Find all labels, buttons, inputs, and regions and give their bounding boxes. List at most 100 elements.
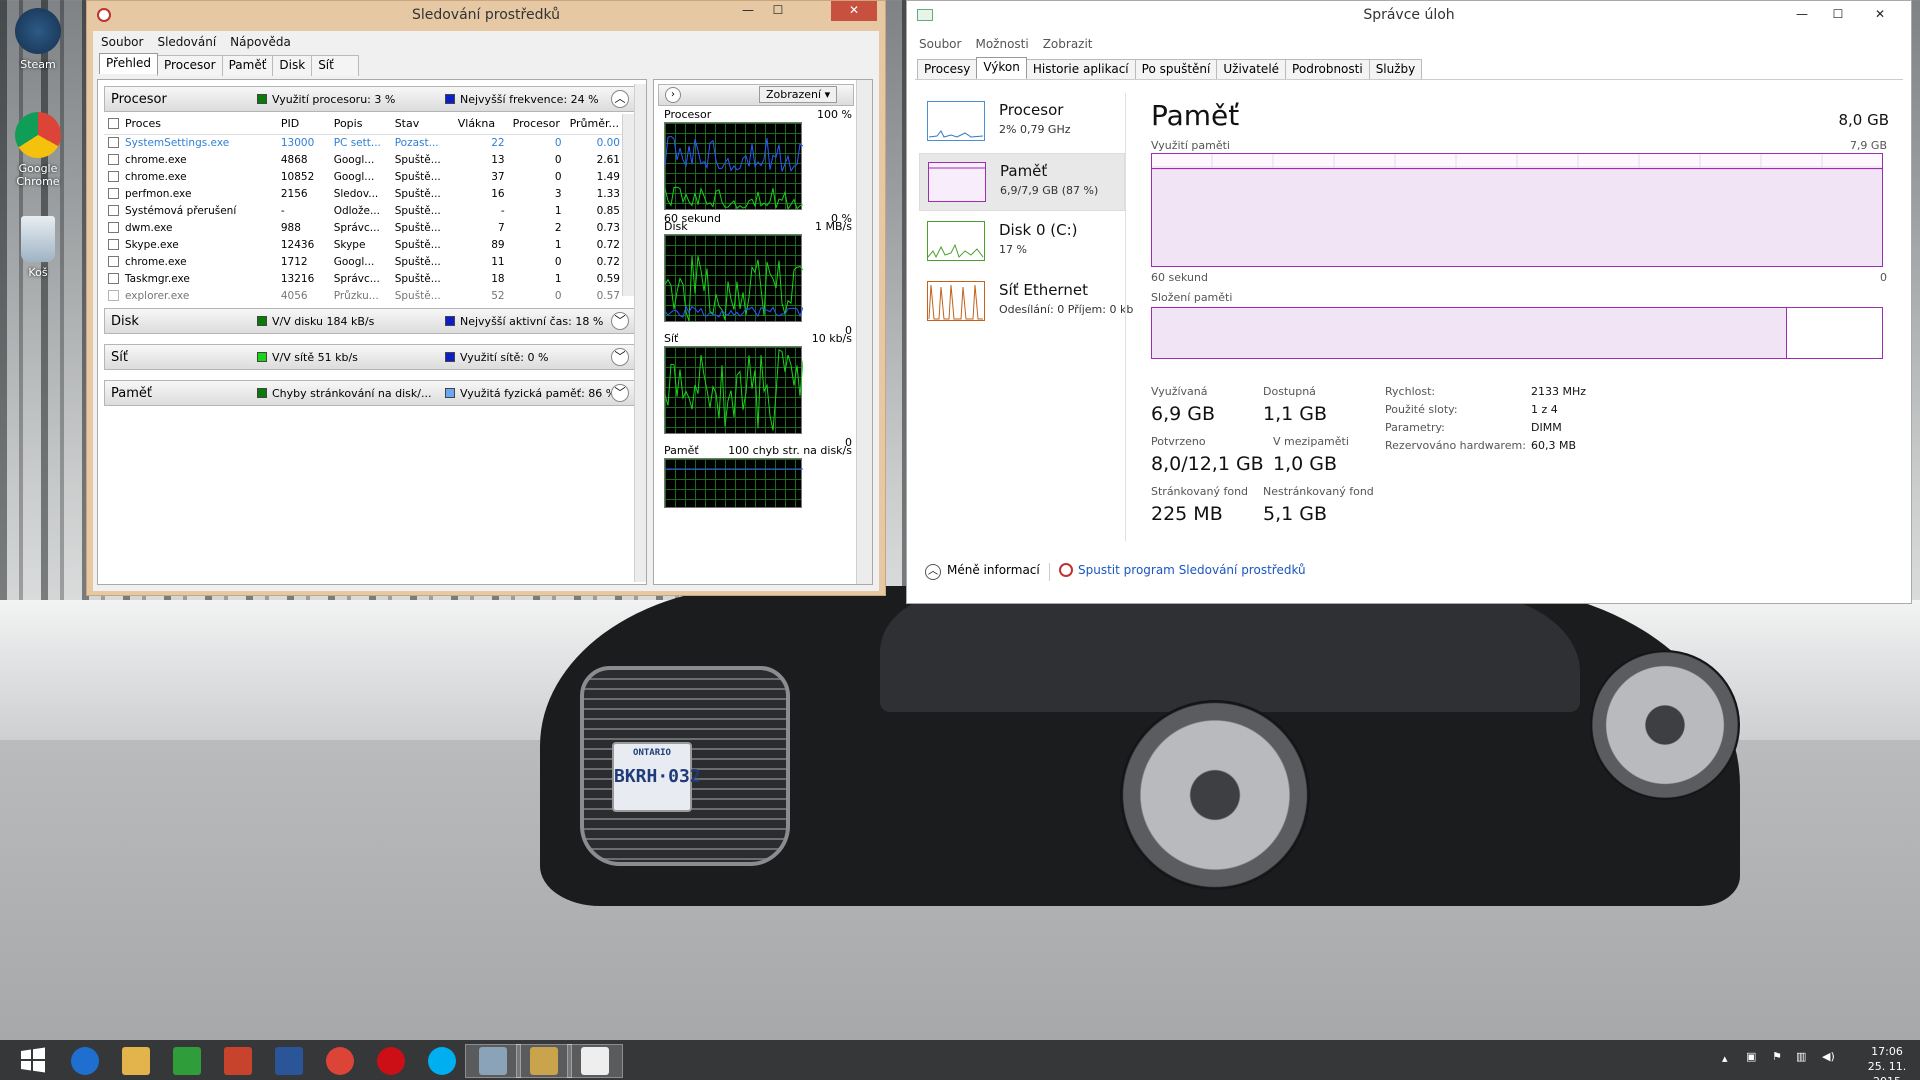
side-item-cpu[interactable]: Procesor 2% 0,79 GHz	[919, 93, 1125, 151]
menu-sledovani[interactable]: Sledování	[157, 35, 216, 49]
chevron-down-icon[interactable]: ﹀	[611, 348, 629, 366]
mem-used-indicator: Využitá fyzická paměť: 86 %	[445, 387, 616, 400]
desktop-icon-label: Google Chrome	[16, 162, 60, 188]
table-cell: 4056	[280, 289, 308, 302]
store-icon[interactable]	[159, 1044, 215, 1078]
tab-procesor[interactable]: Procesor	[157, 55, 223, 76]
fewer-details-button[interactable]: ︿ Méně informací	[925, 563, 1040, 580]
view-button[interactable]: Zobrazení ▾	[759, 86, 838, 103]
col-prumer[interactable]: Průměr...	[565, 114, 624, 135]
menu-napoveda[interactable]: Nápověda	[230, 35, 291, 49]
skype-icon[interactable]	[414, 1044, 470, 1078]
checkbox-icon[interactable]	[108, 221, 119, 233]
overview-scrollbar[interactable]	[634, 84, 646, 582]
table-row[interactable]: chrome.exe 10852 Googl... Spuště... 37 0 1.49	[104, 168, 624, 185]
memory-section-title: Paměť	[111, 386, 152, 401]
tray-arrow-icon[interactable]: ▴	[1722, 1052, 1728, 1065]
checkbox-icon[interactable]	[108, 187, 119, 199]
checkbox-icon[interactable]	[108, 153, 119, 165]
collapse-pane-icon[interactable]: ›	[665, 87, 681, 103]
maximize-button[interactable]: ☐	[1823, 5, 1853, 25]
checkbox-icon[interactable]	[108, 118, 119, 130]
word-icon[interactable]	[261, 1044, 317, 1078]
table-row[interactable]: chrome.exe 4868 Googl... Spuště... 13 0 2.61	[104, 151, 624, 168]
process-table: Proces PID Popis Stav Vlákna Procesor Pr…	[104, 114, 624, 304]
col-stav[interactable]: Stav	[390, 114, 454, 135]
flag-icon[interactable]: ⚑	[1772, 1050, 1782, 1063]
col-pid[interactable]: PID	[276, 114, 330, 135]
table-row[interactable]: chrome.exe 1712 Googl... Spuště... 11 0 0.72	[104, 253, 624, 270]
table-cell: Googl...	[333, 153, 375, 166]
tab-po-spusteni[interactable]: Po spuštění	[1134, 59, 1218, 80]
desktop-icon-steam[interactable]: Steam	[2, 8, 74, 71]
graph-scrollbar[interactable]	[856, 80, 872, 584]
table-row[interactable]: dwm.exe 988 Správc... Spuště... 7 2 0.73	[104, 219, 624, 236]
tab-pamet[interactable]: Paměť	[221, 55, 274, 76]
memory-section-header[interactable]: Paměť Chyby stránkování na disk/... Využ…	[104, 380, 638, 406]
minimize-button[interactable]: —	[733, 1, 763, 21]
desktop-icon-chrome[interactable]: Google Chrome	[2, 112, 74, 188]
tab-vykon[interactable]: Výkon	[976, 57, 1027, 78]
menu-soubor[interactable]: Soubor	[101, 35, 143, 49]
tab-sluzby[interactable]: Služby	[1368, 59, 1423, 80]
chevron-down-icon[interactable]: ﹀	[611, 384, 629, 402]
disk-section-header[interactable]: Disk V/V disku 184 kB/s Nejvyšší aktivní…	[104, 308, 638, 334]
open-resource-monitor-link[interactable]: Spustit program Sledování prostředků	[1059, 563, 1306, 577]
tab-procesy[interactable]: Procesy	[917, 59, 978, 80]
menu-moznosti[interactable]: Možnosti	[975, 37, 1028, 51]
clock[interactable]: 17:06 25. 11. 2015	[1854, 1044, 1920, 1080]
start-icon[interactable]	[6, 1044, 62, 1078]
cpu-section-header[interactable]: Procesor Využití procesoru: 3 % Nejvyšší…	[104, 86, 638, 112]
close-button[interactable]: ✕	[831, 1, 877, 21]
side-item-disk[interactable]: Disk 0 (C:) 17 %	[919, 213, 1125, 271]
checkbox-icon[interactable]	[108, 255, 119, 267]
tab-podrobnosti[interactable]: Podrobnosti	[1285, 59, 1370, 80]
rm-titlebar[interactable]: Sledování prostředků — ☐ ✕	[87, 1, 885, 31]
table-row[interactable]: perfmon.exe 2156 Sledov... Spuště... 16 3 1.33	[104, 185, 624, 202]
taskmgr-icon[interactable]	[516, 1044, 572, 1078]
ie-icon[interactable]	[57, 1044, 113, 1078]
table-row[interactable]: Taskmgr.exe 13216 Správc... Spuště... 18 1 0.5…	[104, 270, 624, 287]
green-square-icon	[257, 94, 267, 104]
table-row[interactable]: Systémová přerušení - Odlože... Spuště... - 1…	[104, 202, 624, 219]
tab-uzivatele[interactable]: Uživatelé	[1216, 59, 1287, 80]
table-row[interactable]: explorer.exe 4056 Průzku... Spuště... 52 0 0.5…	[104, 287, 624, 304]
col-vlakna[interactable]: Vlákna	[453, 114, 509, 135]
tab-disk[interactable]: Disk	[272, 55, 313, 76]
checkbox-icon[interactable]	[108, 289, 119, 301]
chrome-icon[interactable]	[312, 1044, 368, 1078]
col-procesor[interactable]: Procesor	[508, 114, 566, 135]
network-section-header[interactable]: Síť V/V sítě 51 kb/s Využití sítě: 0 % ﹀	[104, 344, 638, 370]
network-icon[interactable]: ▥	[1796, 1050, 1806, 1063]
maximize-button[interactable]: ☐	[763, 1, 793, 21]
opera-icon[interactable]	[363, 1044, 419, 1078]
menu-soubor[interactable]: Soubor	[919, 37, 961, 51]
checkbox-icon[interactable]	[108, 170, 119, 182]
volume-icon[interactable]: ◀)	[1822, 1050, 1835, 1063]
side-item-ethernet[interactable]: Síť Ethernet Odesílání: 0 Příjem: 0 kb	[919, 273, 1133, 331]
desktop-icon-recycle-bin[interactable]: Koš	[2, 216, 74, 279]
col-popis[interactable]: Popis	[329, 114, 391, 135]
checkbox-icon[interactable]	[108, 238, 119, 250]
close-button[interactable]: ✕	[1865, 5, 1895, 25]
table-row[interactable]: Skype.exe 12436 Skype Spuště... 89 1 0.72	[104, 236, 624, 253]
tab-prehled[interactable]: Přehled	[99, 53, 159, 74]
checkbox-icon[interactable]	[108, 272, 119, 284]
perfmon-icon[interactable]	[567, 1044, 623, 1078]
chevron-up-icon[interactable]: ︿	[611, 90, 629, 108]
col-proces[interactable]: Proces	[104, 114, 277, 135]
explorer-icon[interactable]	[108, 1044, 164, 1078]
minimize-button[interactable]: —	[1787, 5, 1817, 25]
checkbox-icon[interactable]	[108, 136, 119, 148]
side-item-memory[interactable]: Paměť 6,9/7,9 GB (87 %)	[919, 153, 1125, 211]
table-row[interactable]: SystemSettings.exe 13000 PC sett... Pozast.…	[104, 134, 624, 151]
tab-historie[interactable]: Historie aplikací	[1025, 59, 1136, 80]
menu-zobrazit[interactable]: Zobrazit	[1043, 37, 1093, 51]
action-center-icon[interactable]: ▣	[1746, 1050, 1756, 1063]
checkbox-icon[interactable]	[108, 204, 119, 216]
tm-titlebar[interactable]: Správce úloh — ☐ ✕	[907, 1, 1911, 31]
powerpoint-icon[interactable]	[210, 1044, 266, 1078]
tab-sit[interactable]: Síť	[311, 55, 359, 76]
chevron-down-icon[interactable]: ﹀	[611, 312, 629, 330]
resource-monitor-icon[interactable]	[465, 1044, 521, 1078]
